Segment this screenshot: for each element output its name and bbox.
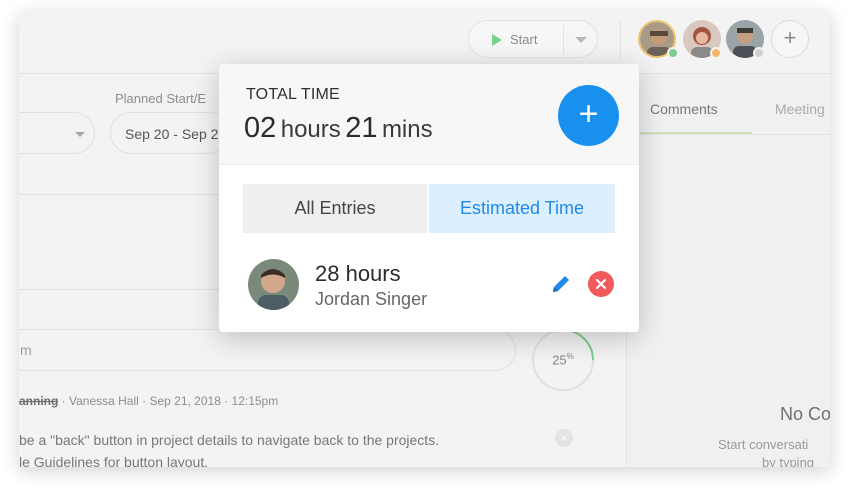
progress-ring: 25%	[532, 329, 594, 391]
hours-unit: hours	[280, 116, 341, 143]
progress-unit: %	[566, 352, 574, 361]
status-online-icon	[667, 47, 679, 59]
comment-text: be a "back" button in project details to…	[19, 432, 440, 448]
tab-estimated-time[interactable]: Estimated Time	[429, 184, 615, 233]
chevron-down-icon	[75, 132, 85, 137]
mins-number: 21	[345, 112, 378, 144]
comment-placeholder: m	[20, 342, 32, 358]
progress-text: 25%	[534, 352, 592, 367]
popup-title: TOTAL TIME	[246, 86, 340, 103]
right-panel: Comments Meeting No Co Start conversati …	[626, 74, 830, 467]
planned-label: Planned Start/E	[115, 91, 207, 106]
avatar	[248, 259, 299, 310]
close-icon[interactable]: ×	[555, 429, 573, 447]
comment-text: le Guidelines for button layout.	[19, 454, 209, 467]
activity-title: anning	[19, 394, 59, 408]
popup-header: TOTAL TIME 02 hours 21 mins +	[219, 64, 639, 165]
add-member-button[interactable]: +	[771, 20, 809, 58]
active-tab-indicator	[640, 132, 752, 134]
play-icon	[492, 34, 502, 46]
activity-meta: anning · Vanessa Hall · Sep 21, 2018 · 1…	[19, 394, 278, 408]
entry-hours: 28 hours	[315, 261, 401, 286]
empty-state-text: by typing	[762, 455, 815, 467]
toolbar-divider	[620, 21, 621, 59]
status-away-icon	[710, 47, 722, 59]
comment-input[interactable]: m	[19, 329, 516, 371]
total-time-value: 02 hours 21 mins	[244, 112, 433, 145]
tab-border	[627, 134, 830, 135]
chevron-down-icon[interactable]	[575, 37, 587, 43]
activity-author: · Vanessa Hall · Sep 21, 2018 · 12:15pm	[58, 394, 279, 408]
tab-comments[interactable]: Comments	[650, 101, 718, 117]
close-icon	[595, 278, 607, 290]
empty-state-title: No Co	[780, 404, 830, 424]
progress-value: 25	[552, 352, 567, 368]
planned-date-field[interactable]: Sep 20 - Sep 2	[110, 112, 230, 154]
plus-icon: +	[783, 25, 797, 50]
tab-meetings[interactable]: Meeting	[775, 101, 825, 117]
mins-unit: mins	[381, 116, 433, 143]
entry-user-name: Jordan Singer	[315, 289, 428, 309]
empty-state-text: Start conversati	[718, 437, 809, 452]
plus-icon: +	[578, 95, 599, 133]
button-divider	[563, 25, 564, 54]
tab-all-entries[interactable]: All Entries	[243, 184, 427, 233]
planned-date-value: Sep 20 - Sep 2	[125, 126, 219, 142]
start-timer-button[interactable]: Start	[468, 20, 598, 58]
hours-number: 02	[244, 112, 277, 144]
start-label: Start	[510, 32, 538, 47]
total-time-popup: TOTAL TIME 02 hours 21 mins + All Entrie…	[219, 64, 639, 332]
pencil-icon[interactable]	[548, 271, 574, 297]
delete-entry-button[interactable]	[588, 271, 614, 297]
assignee-select[interactable]	[19, 112, 95, 154]
add-time-button[interactable]: +	[558, 85, 619, 146]
status-offline-icon	[753, 47, 765, 59]
